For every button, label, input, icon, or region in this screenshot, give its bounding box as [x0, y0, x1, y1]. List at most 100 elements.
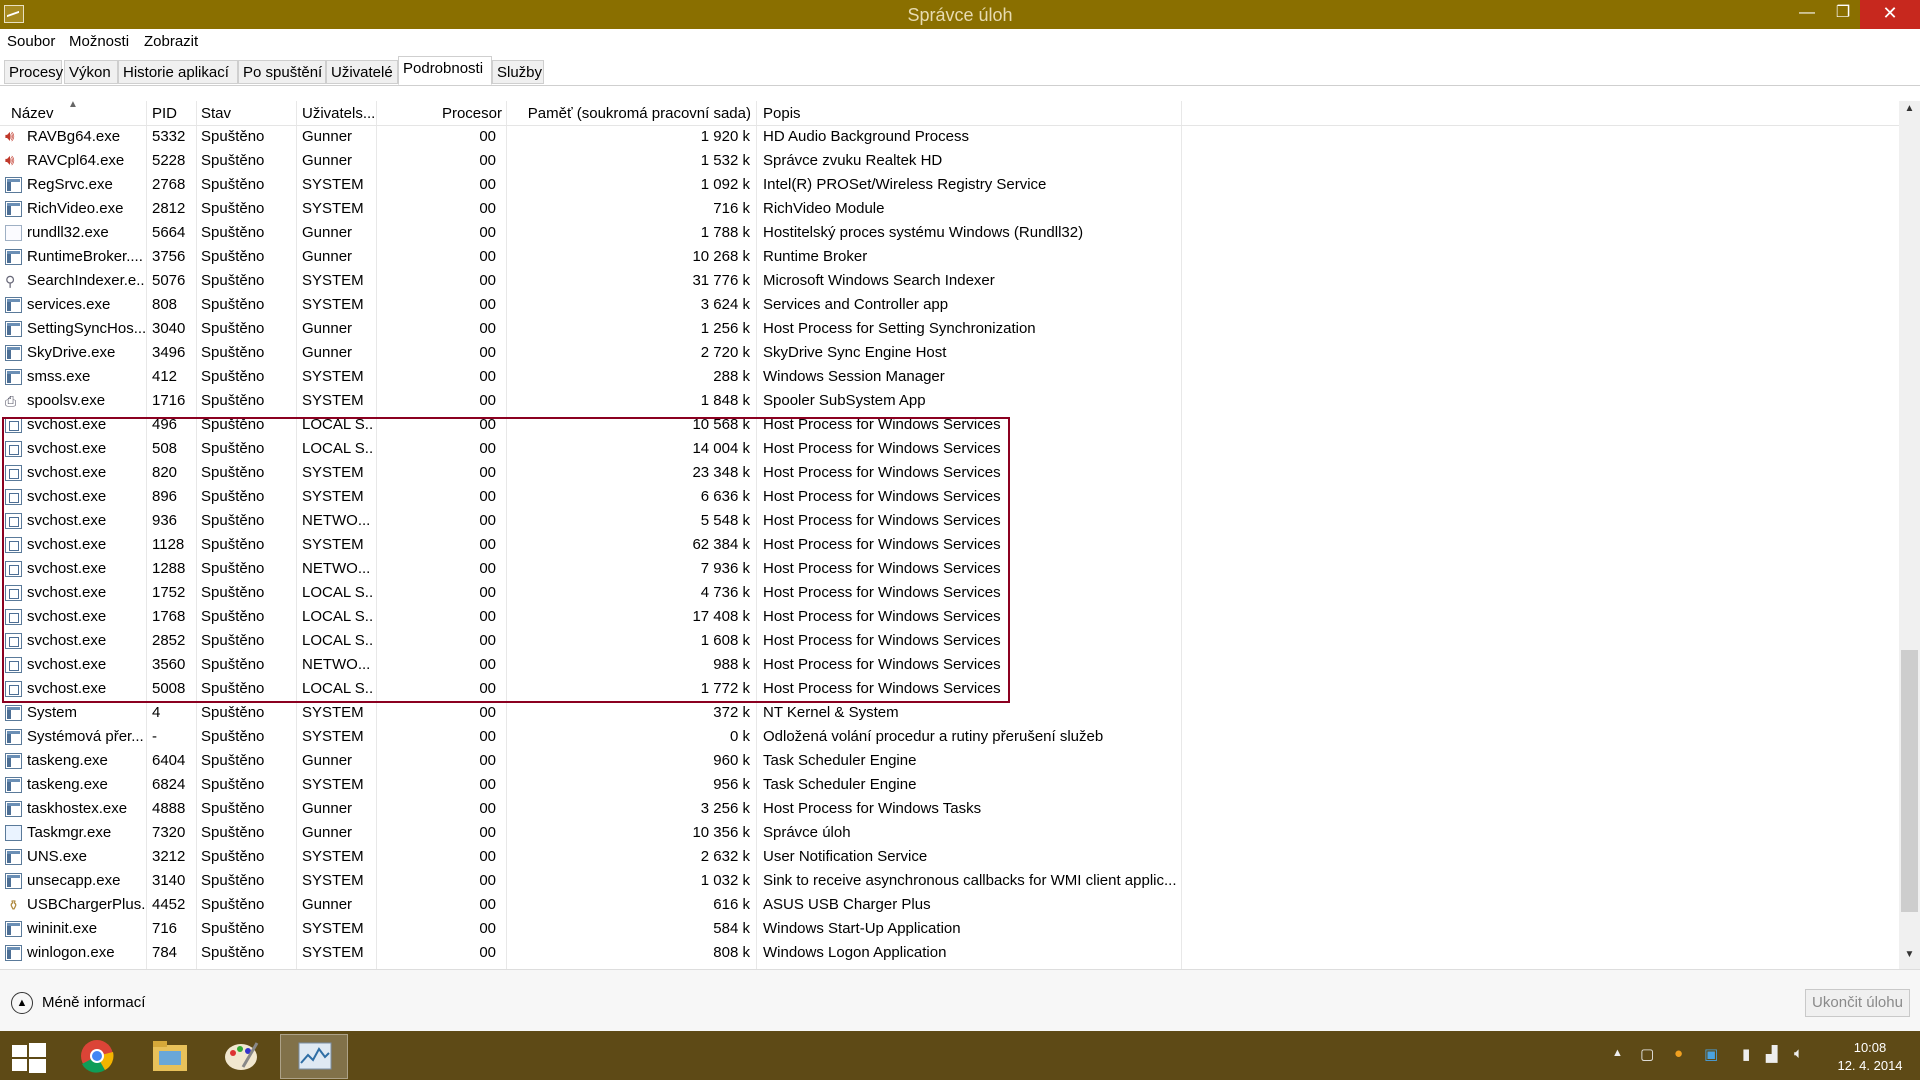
tab-services[interactable]: Služby	[492, 60, 544, 84]
process-cpu: 00	[479, 200, 496, 217]
tab-performance[interactable]: Výkon	[64, 60, 118, 84]
start-button[interactable]	[12, 1043, 46, 1073]
table-row[interactable]: System 4 Spuštěno SYSTEM 00 372 k NT Kernel & …	[0, 701, 1900, 725]
table-row[interactable]: wininit.exe 716 Spuštěno SYSTEM 00 584 k Windo…	[0, 917, 1900, 941]
task-manager-icon	[281, 1042, 349, 1078]
table-row[interactable]: 🔊︎ RAVBg64.exe 5332 Spuštěno Gunner 00 1 920 k…	[0, 125, 1900, 149]
tab-details[interactable]: Podrobnosti	[398, 56, 492, 85]
taskbar-clock[interactable]: 10:08 12. 4. 2014	[1820, 1039, 1920, 1075]
table-row[interactable]: smss.exe 412 Spuštěno SYSTEM 00 288 k Windows …	[0, 365, 1900, 389]
table-row[interactable]: Taskmgr.exe 7320 Spuštěno Gunner 00 10 356 k S…	[0, 821, 1900, 845]
document-icon	[5, 225, 22, 241]
table-row[interactable]: 🔊︎ RAVCpl64.exe 5228 Spuštěno Gunner 00 1 532 …	[0, 149, 1900, 173]
service-icon	[5, 513, 22, 529]
update-icon[interactable]: ●	[1674, 1045, 1683, 1062]
table-row[interactable]: svchost.exe 1128 Spuštěno SYSTEM 00 62 384 k H…	[0, 533, 1900, 557]
table-row[interactable]: RegSrvc.exe 2768 Spuštěno SYSTEM 00 1 092 k In…	[0, 173, 1900, 197]
table-row[interactable]: svchost.exe 820 Spuštěno SYSTEM 00 23 348 k Ho…	[0, 461, 1900, 485]
table-row[interactable]: svchost.exe 5008 Spuštěno LOCAL S... 00 1 772…	[0, 677, 1900, 701]
table-row[interactable]: svchost.exe 496 Spuštěno LOCAL S... 00 10 568…	[0, 413, 1900, 437]
exe-icon	[5, 729, 22, 745]
network-app-icon[interactable]: ▣	[1704, 1045, 1718, 1063]
table-row[interactable]: Systémová přer... - Spuštěno SYSTEM 00 0 k Odl…	[0, 725, 1900, 749]
taskbar-app-explorer[interactable]	[136, 1034, 204, 1079]
exe-icon	[5, 753, 22, 769]
taskbar-app-task-manager[interactable]	[280, 1034, 348, 1079]
column-header-cpu[interactable]: Procesor	[380, 105, 502, 122]
process-memory: 5 548 k	[700, 512, 750, 529]
process-description: Host Process for Windows Services	[763, 584, 1001, 601]
scroll-down-icon[interactable]: ▼	[1899, 949, 1920, 967]
table-row[interactable]: unsecapp.exe 3140 Spuštěno SYSTEM 00 1 032 k S…	[0, 869, 1900, 893]
exe-icon	[5, 177, 22, 193]
tab-processes[interactable]: Procesy	[4, 60, 63, 84]
taskbar-app-paint[interactable]	[208, 1034, 276, 1079]
less-info-link[interactable]: Méně informací	[42, 994, 145, 1011]
table-row[interactable]: RuntimeBroker.... 3756 Spuštěno Gunner 00 10 …	[0, 245, 1900, 269]
column-header-description[interactable]: Popis	[763, 105, 801, 122]
table-row[interactable]: ⚱ USBChargerPlus... 4452 Spuštěno Gunner 00 61…	[0, 893, 1900, 917]
process-state: Spuštěno	[201, 632, 265, 649]
chevron-up-icon[interactable]: ▲	[11, 992, 33, 1014]
scroll-up-icon[interactable]: ▲	[1899, 103, 1920, 121]
close-button[interactable]: ✕	[1860, 0, 1920, 29]
column-header-state[interactable]: Stav	[201, 105, 231, 122]
column-header-name[interactable]: Název	[11, 105, 54, 122]
table-row[interactable]: svchost.exe 1288 Spuštěno NETWO... 00 7 936 k…	[0, 557, 1900, 581]
process-pid: 3756	[152, 248, 186, 265]
exe-icon	[5, 921, 22, 937]
table-row[interactable]: taskeng.exe 6824 Spuštěno SYSTEM 00 956 k Task…	[0, 773, 1900, 797]
taskbar-app-chrome[interactable]	[63, 1034, 131, 1079]
tab-app-history[interactable]: Historie aplikací	[118, 60, 238, 84]
table-row[interactable]: svchost.exe 1768 Spuštěno LOCAL S... 00 17 40…	[0, 605, 1900, 629]
table-row[interactable]: services.exe 808 Spuštěno SYSTEM 00 3 624 k Se…	[0, 293, 1900, 317]
menu-options[interactable]: Možnosti	[69, 33, 129, 50]
scroll-thumb[interactable]	[1901, 650, 1918, 912]
table-row[interactable]: taskhostex.exe 4888 Spuštěno Gunner 00 3 256 …	[0, 797, 1900, 821]
table-row[interactable]: SettingSyncHos... 3040 Spuštěno Gunner 00 1 2…	[0, 317, 1900, 341]
process-pid: -	[152, 728, 157, 745]
wifi-signal-icon[interactable]: ▟	[1766, 1045, 1778, 1063]
process-description: Windows Start-Up Application	[763, 920, 961, 937]
table-row[interactable]: svchost.exe 1752 Spuštěno LOCAL S... 00 4 736…	[0, 581, 1900, 605]
column-header-user[interactable]: Uživatels...	[302, 105, 375, 122]
table-row[interactable]: RichVideo.exe 2812 Spuštěno SYSTEM 00 716 k Ri…	[0, 197, 1900, 221]
process-memory: 3 256 k	[700, 800, 750, 817]
column-header-memory[interactable]: Paměť (soukromá pracovní sada)	[510, 105, 751, 122]
show-hidden-icons-icon[interactable]: ▲	[1612, 1047, 1623, 1059]
process-description: Host Process for Windows Services	[763, 464, 1001, 481]
table-row[interactable]: winlogon.exe 784 Spuštěno SYSTEM 00 808 k Wind…	[0, 941, 1900, 965]
process-pid: 3040	[152, 320, 186, 337]
table-row[interactable]: SkyDrive.exe 3496 Spuštěno Gunner 00 2 720 k S…	[0, 341, 1900, 365]
table-row[interactable]: svchost.exe 2852 Spuštěno LOCAL S... 00 1 608…	[0, 629, 1900, 653]
table-row[interactable]: ⎙ spoolsv.exe 1716 Spuštěno SYSTEM 00 1 848 k S…	[0, 389, 1900, 413]
table-row[interactable]: svchost.exe 936 Spuštěno NETWO... 00 5 548 k H…	[0, 509, 1900, 533]
taskmgr-icon	[5, 825, 22, 841]
process-name: USBChargerPlus...	[27, 896, 145, 913]
table-row[interactable]: ⚲ SearchIndexer.e... 5076 Spuštěno SYSTEM 00 3…	[0, 269, 1900, 293]
process-user: LOCAL S...	[302, 584, 372, 601]
volume-icon[interactable]: 🔈︎	[1794, 1045, 1803, 1062]
table-row[interactable]: rundll32.exe 5664 Spuštěno Gunner 00 1 788 k H…	[0, 221, 1900, 245]
table-row[interactable]: svchost.exe 896 Spuštěno SYSTEM 00 6 636 k Hos…	[0, 485, 1900, 509]
maximize-button[interactable]: ❐	[1822, 0, 1864, 29]
process-pid: 496	[152, 416, 178, 433]
table-row[interactable]: svchost.exe 508 Spuštěno LOCAL S... 00 14 004…	[0, 437, 1900, 461]
table-row[interactable]: svchost.exe 3560 Spuštěno NETWO... 00 988 k Ho…	[0, 653, 1900, 677]
table-row[interactable]: taskeng.exe 6404 Spuštěno Gunner 00 960 k Task…	[0, 749, 1900, 773]
process-memory: 372 k	[713, 704, 750, 721]
process-user: NETWO...	[302, 560, 371, 577]
battery-icon[interactable]: ▮	[1742, 1045, 1750, 1063]
tab-startup[interactable]: Po spuštění	[238, 60, 326, 84]
column-header-pid[interactable]: PID	[152, 105, 177, 122]
process-state: Spuštěno	[201, 896, 265, 913]
menu-file[interactable]: Soubor	[7, 33, 55, 50]
menu-view[interactable]: Zobrazit	[144, 33, 198, 50]
vertical-scrollbar[interactable]: ▲ ▼	[1899, 101, 1920, 969]
process-pid: 1752	[152, 584, 186, 601]
table-row[interactable]: UNS.exe 3212 Spuštěno SYSTEM 00 2 632 k User N…	[0, 845, 1900, 869]
tab-users[interactable]: Uživatelé	[326, 60, 398, 84]
action-center-icon[interactable]: ▢	[1640, 1045, 1654, 1063]
process-name: svchost.exe	[27, 584, 107, 601]
end-task-button[interactable]: Ukončit úlohu	[1805, 989, 1910, 1017]
